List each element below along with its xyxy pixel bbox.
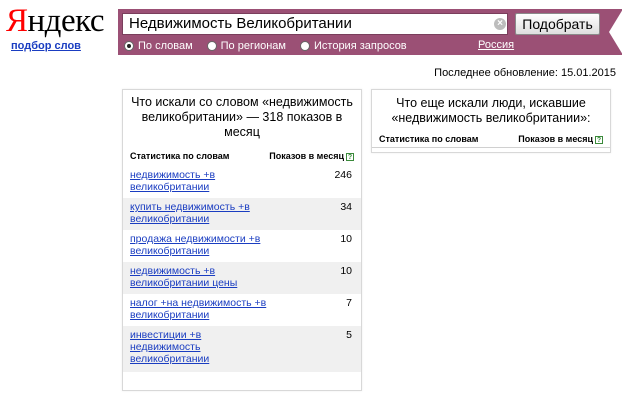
logo-rest: ндекс — [27, 3, 105, 39]
radio-button-icon — [206, 40, 217, 51]
region-link[interactable]: Россия — [478, 39, 514, 51]
column-headers: Статистика по словам Показов в месяц? — [372, 134, 610, 148]
col-shows: Показов в месяц? — [269, 151, 354, 161]
column-headers: Статистика по словам Показов в месяц? — [123, 151, 361, 161]
col-keywords: Статистика по словам — [130, 151, 230, 161]
table-row: купить недвижимость +в великобритании 34 — [123, 198, 361, 230]
keyword-rows: недвижимость +в великобритании 246 купит… — [123, 166, 361, 372]
radio-label: По регионам — [220, 39, 286, 52]
radio-by-regions[interactable]: По регионам — [206, 39, 286, 52]
search-input[interactable]: Недвижимость Великобритании — [122, 13, 508, 35]
service-link[interactable]: подбор слов — [11, 40, 81, 52]
shows-count: 10 — [340, 233, 352, 245]
table-row: инвестиции +в недвижимость великобритани… — [123, 326, 361, 372]
yandex-logo[interactable]: Яндекс — [6, 4, 104, 38]
shows-count: 10 — [340, 265, 352, 277]
keyword-link[interactable]: недвижимость +в великобритании цены — [130, 265, 270, 290]
shows-count: 246 — [334, 169, 352, 181]
shows-count: 7 — [346, 297, 352, 309]
shows-count: 5 — [346, 329, 352, 341]
search-bar: Недвижимость Великобритании × Подобрать … — [118, 9, 623, 55]
keyword-link[interactable]: инвестиции +в недвижимость великобритани… — [130, 329, 230, 368]
radio-label: История запросов — [314, 39, 407, 52]
keyword-link[interactable]: налог +на недвижимость +в великобритании — [130, 297, 270, 322]
table-row: продажа недвижимости +в великобритании 1… — [123, 230, 361, 262]
radio-label: По словам — [138, 39, 193, 52]
keyword-link[interactable]: купить недвижимость +в великобритании — [130, 201, 270, 226]
keyword-link[interactable]: недвижимость +в великобритании — [130, 169, 270, 194]
table-row: недвижимость +в великобритании 246 — [123, 166, 361, 198]
col-shows-label: Показов в месяц — [269, 151, 344, 161]
radio-button-icon — [300, 40, 310, 51]
keywords-panel: Что искали со словом «недвижимость велик… — [122, 89, 362, 391]
radio-button-icon — [124, 40, 134, 51]
close-icon[interactable]: × — [494, 18, 506, 30]
logo-first-letter: Я — [6, 3, 28, 39]
table-row: недвижимость +в великобритании цены 10 — [123, 262, 361, 294]
submit-button[interactable]: Подобрать — [515, 13, 600, 35]
help-icon[interactable]: ? — [595, 136, 603, 144]
col-shows-label: Показов в месяц — [518, 134, 593, 144]
shows-count: 34 — [340, 201, 352, 213]
help-icon[interactable]: ? — [346, 153, 354, 161]
related-panel: Что еще искали люди, искавшие «недвижимо… — [371, 89, 611, 153]
panel-title: Что искали со словом «недвижимость велик… — [131, 95, 353, 139]
col-keywords: Статистика по словам — [379, 134, 479, 144]
last-update: Последнее обновление: 15.01.2015 — [434, 67, 616, 79]
table-row: налог +на недвижимость +в великобритании… — [123, 294, 361, 326]
search-mode-radios: По словам По регионам История запросов — [124, 38, 421, 53]
radio-query-history[interactable]: История запросов — [300, 40, 407, 52]
col-shows: Показов в месяц? — [518, 134, 603, 144]
keyword-link[interactable]: продажа недвижимости +в великобритании — [130, 233, 270, 258]
panel-title: Что еще искали люди, искавшие «недвижимо… — [391, 96, 591, 125]
radio-by-words[interactable]: По словам — [124, 40, 193, 52]
